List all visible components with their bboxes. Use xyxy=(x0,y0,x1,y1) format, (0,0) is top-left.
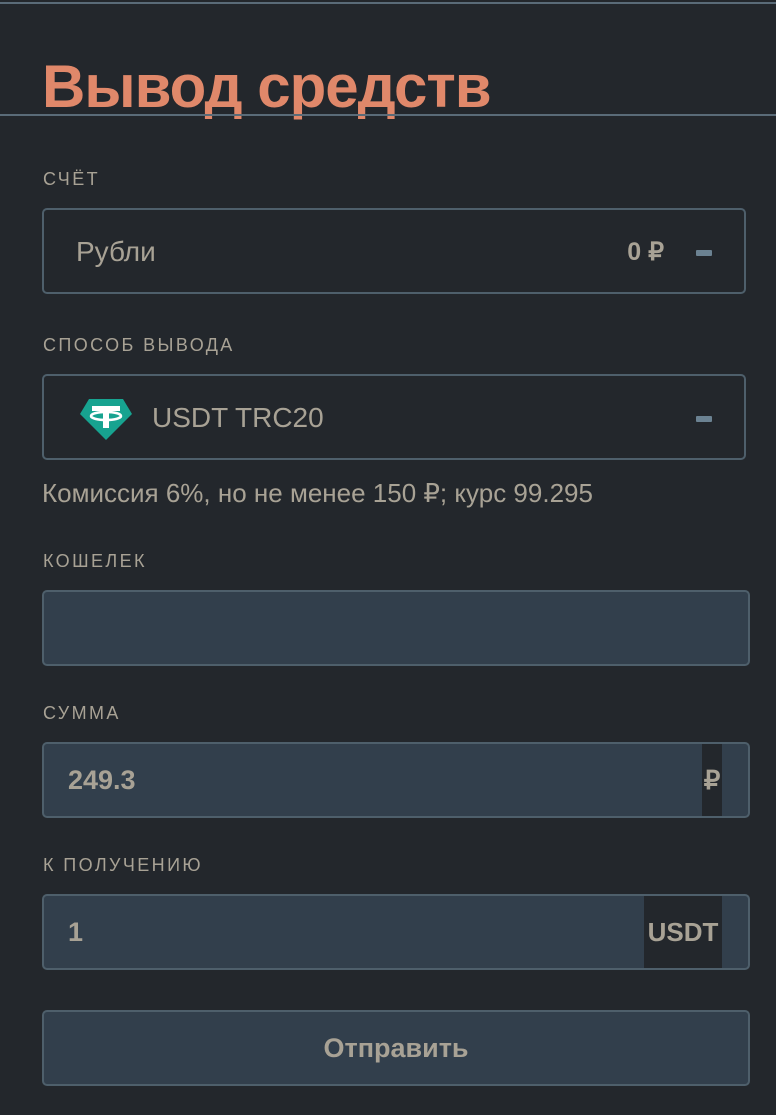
account-select[interactable]: Рубли 0 ₽ xyxy=(42,208,746,294)
title-divider xyxy=(0,114,776,116)
top-divider xyxy=(0,2,776,4)
method-select[interactable]: USDT TRC20 xyxy=(42,374,746,460)
page-title: Вывод средств xyxy=(42,53,492,120)
minus-icon xyxy=(696,416,712,422)
minus-icon xyxy=(696,250,712,256)
method-value: USDT TRC20 xyxy=(152,402,324,433)
account-label: СЧЁТ xyxy=(43,169,101,189)
account-value: Рубли xyxy=(76,236,156,267)
amount-label: СУММА xyxy=(43,703,121,723)
amount-currency: ₽ xyxy=(702,744,722,816)
receive-value: 1 xyxy=(68,917,84,947)
amount-value: 249.3 xyxy=(68,765,136,795)
wallet-input[interactable] xyxy=(42,590,750,666)
commission-note: Комиссия 6%, но не менее 150 ₽; курс 99.… xyxy=(42,478,593,508)
tether-icon xyxy=(80,399,132,440)
amount-input[interactable]: 249.3 ₽ xyxy=(42,742,750,818)
receive-currency: USDT xyxy=(644,896,722,968)
submit-button[interactable]: Отправить xyxy=(42,1010,750,1086)
receive-input[interactable]: 1 USDT xyxy=(42,894,750,970)
account-balance: 0 ₽ xyxy=(627,238,664,266)
method-label: СПОСОБ ВЫВОДА xyxy=(43,335,235,355)
receive-label: К ПОЛУЧЕНИЮ xyxy=(43,855,203,875)
wallet-label: КОШЕЛЕК xyxy=(43,551,147,571)
